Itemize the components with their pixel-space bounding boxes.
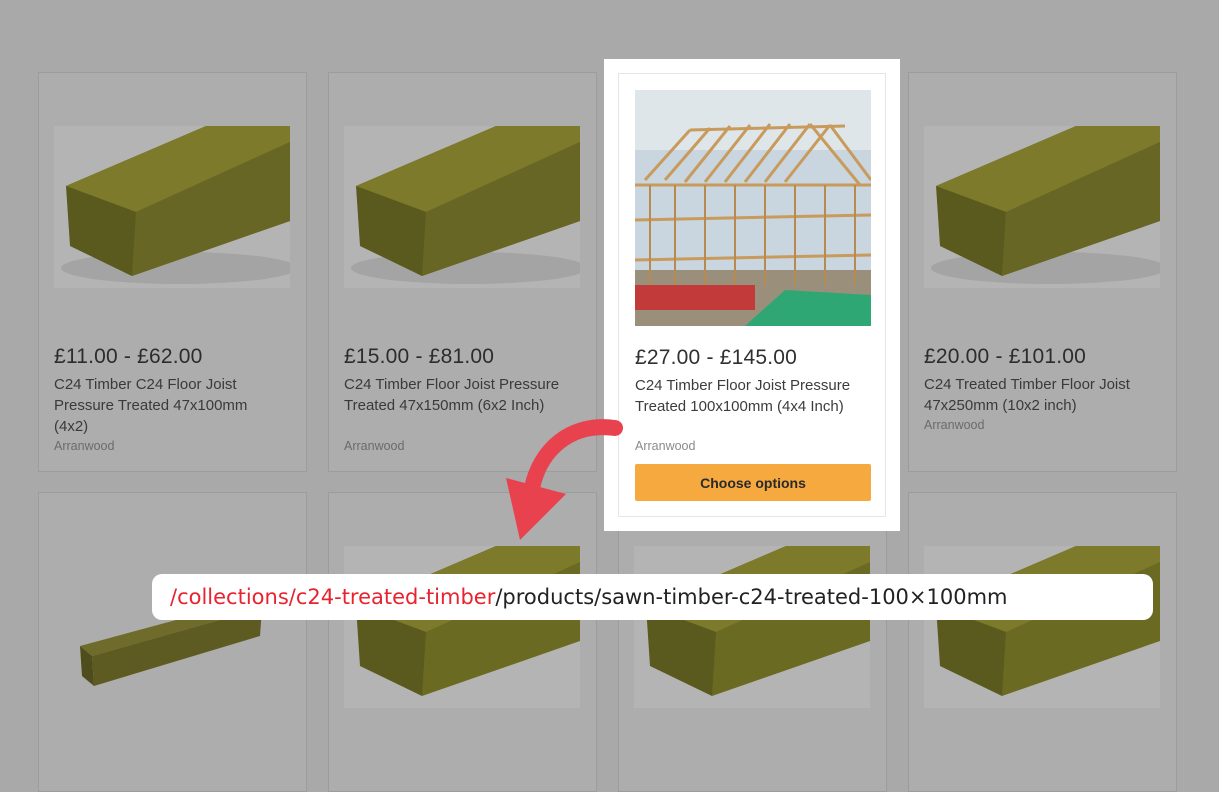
product-image[interactable] [634,546,870,708]
highlighted-product-card[interactable]: £27.00 - £145.00 C24 Timber Floor Joist … [618,73,886,517]
url-product-segment: /products/sawn-timber-c24-treated-100×10… [495,585,1008,609]
product-image[interactable] [635,90,871,326]
product-price: £11.00 - £62.00 [54,345,203,368]
product-vendor: Arranwood [54,439,115,453]
url-path-label: /collections/c24-treated-timber/products… [152,574,1153,620]
product-image[interactable] [924,546,1160,708]
curved-arrow-icon [506,419,623,540]
product-image[interactable] [344,126,580,288]
product-image[interactable] [54,126,290,288]
product-price: £20.00 - £101.00 [924,345,1087,368]
product-price: £27.00 - £145.00 [635,346,798,369]
product-card[interactable]: £11.00 - £62.00 C24 Timber C24 Floor Joi… [38,72,307,472]
product-card[interactable] [38,492,307,792]
product-vendor: Arranwood [344,439,405,453]
choose-options-button[interactable]: Choose options [635,464,871,501]
product-card[interactable] [908,492,1177,792]
product-title[interactable]: C24 Timber C24 Floor Joist Pressure Trea… [54,374,284,437]
product-vendor: Arranwood [924,418,985,432]
product-card[interactable]: £20.00 - £101.00 C24 Treated Timber Floo… [908,72,1177,472]
product-price: £15.00 - £81.00 [344,345,495,368]
product-image[interactable] [924,126,1160,288]
url-collection-segment: /collections/c24-treated-timber [170,585,496,609]
product-vendor: Arranwood [635,439,696,453]
product-title[interactable]: C24 Timber Floor Joist Pressure Treated … [635,375,871,417]
product-image[interactable] [344,546,580,708]
product-image[interactable] [54,546,290,708]
product-card[interactable] [618,492,887,792]
product-title[interactable]: C24 Treated Timber Floor Joist 47x250mm … [924,374,1154,416]
